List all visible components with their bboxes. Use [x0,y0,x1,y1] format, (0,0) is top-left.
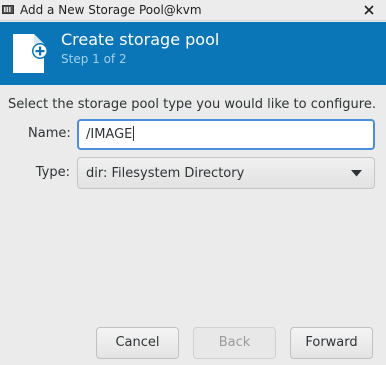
title-bar: Add a New Storage Pool@kvm [0,0,386,21]
name-input-value: /IMAGE [86,127,133,142]
type-dropdown[interactable]: dir: Filesystem Directory [77,157,375,189]
wizard-title: Create storage pool [61,30,220,49]
name-input[interactable]: /IMAGE [77,119,375,150]
instruction-text: Select the storage pool type you would l… [8,97,376,112]
wizard-step: Step 1 of 2 [61,52,127,66]
wizard-header: Create storage pool Step 1 of 2 [0,22,386,85]
dropdown-arrow-icon [351,170,362,177]
text-caret [133,126,135,141]
type-label: Type: [35,165,70,180]
new-document-icon [13,34,48,73]
window-title: Add a New Storage Pool@kvm [20,3,202,17]
forward-button[interactable]: Forward [290,327,373,359]
type-dropdown-value: dir: Filesystem Directory [86,166,245,181]
storage-pool-dialog: Add a New Storage Pool@kvm Create storag… [0,0,386,365]
close-icon[interactable] [362,3,376,17]
cancel-button[interactable]: Cancel [96,327,179,359]
app-window-icon [2,5,14,14]
back-button[interactable]: Back [193,327,276,359]
name-label: Name: [28,126,71,141]
